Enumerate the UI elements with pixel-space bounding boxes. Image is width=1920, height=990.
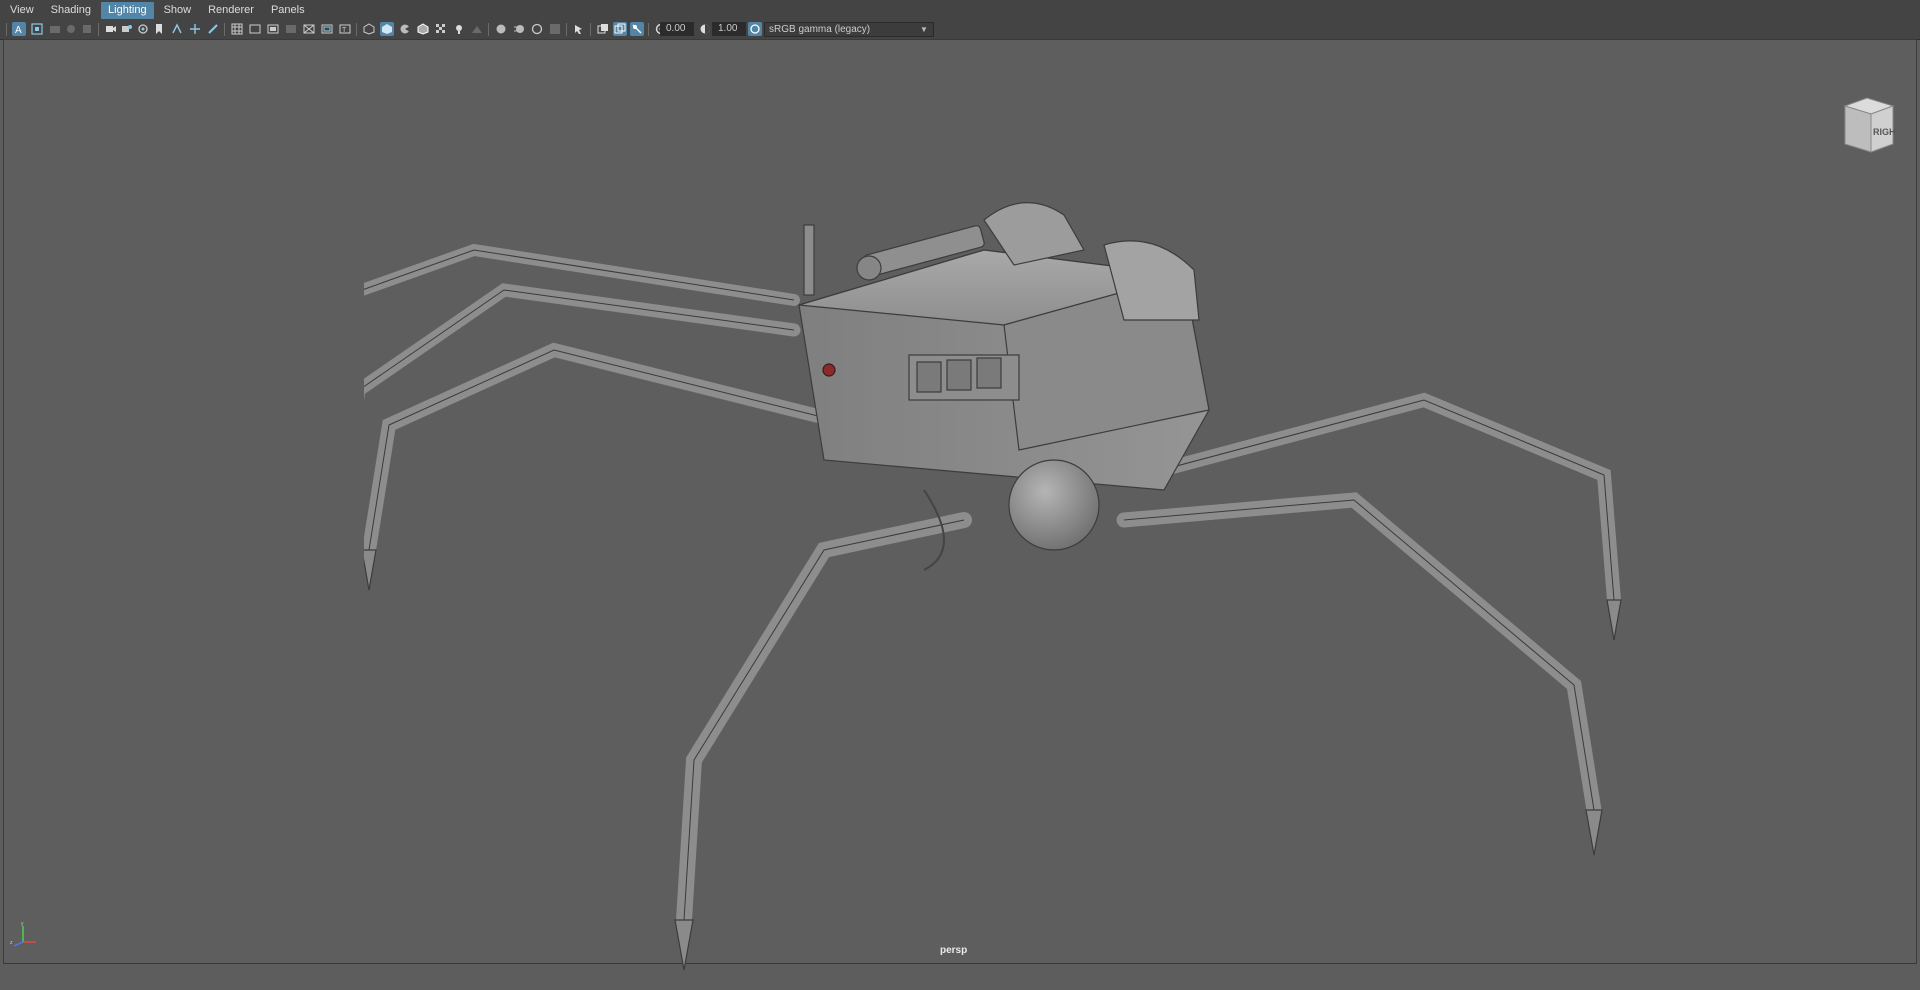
motion-blur-icon[interactable] bbox=[512, 22, 526, 36]
depth-of-field-icon[interactable] bbox=[548, 22, 562, 36]
image-plane-icon[interactable] bbox=[136, 22, 150, 36]
menu-panels[interactable]: Panels bbox=[264, 2, 312, 19]
select-camera-icon[interactable] bbox=[104, 22, 118, 36]
color-management-icon[interactable] bbox=[748, 22, 762, 36]
color-space-value: sRGB gamma (legacy) bbox=[769, 24, 871, 35]
grid-icon[interactable] bbox=[230, 22, 244, 36]
select-all-icon[interactable]: A bbox=[12, 22, 26, 36]
resolution-gate-icon[interactable] bbox=[266, 22, 280, 36]
screen-space-ao-icon[interactable] bbox=[494, 22, 508, 36]
toolbar-separator bbox=[98, 23, 99, 36]
grease-pencil-icon[interactable] bbox=[188, 22, 202, 36]
3d-viewport[interactable]: RIGHT bbox=[3, 39, 1917, 971]
smooth-shade-icon[interactable] bbox=[380, 22, 394, 36]
isolate-select-icon[interactable] bbox=[572, 22, 586, 36]
gamma-field[interactable]: 1.00 bbox=[712, 22, 746, 36]
field-chart-icon[interactable] bbox=[302, 22, 316, 36]
view-cube-icon[interactable]: RIGHT bbox=[1837, 96, 1897, 156]
frame-all-icon[interactable] bbox=[30, 22, 44, 36]
shadows-icon[interactable] bbox=[470, 22, 484, 36]
toolbar-separator bbox=[356, 23, 357, 36]
wireframe-icon[interactable] bbox=[362, 22, 376, 36]
svg-text:A: A bbox=[15, 25, 22, 35]
chevron-down-icon: ▼ bbox=[920, 25, 928, 34]
menu-shading[interactable]: Shading bbox=[44, 2, 98, 19]
exposure-field[interactable]: 0.00 bbox=[660, 22, 694, 36]
camera-attributes-icon[interactable] bbox=[120, 22, 134, 36]
menu-renderer[interactable]: Renderer bbox=[201, 2, 261, 19]
lock-camera-icon[interactable] bbox=[48, 22, 62, 36]
safe-title-icon[interactable]: T bbox=[338, 22, 352, 36]
panel-menu-bar: View Shading Lighting Show Renderer Pane… bbox=[0, 0, 1920, 21]
toolbar-separator bbox=[566, 23, 567, 36]
toolbar-separator bbox=[488, 23, 489, 36]
color-space-dropdown[interactable]: sRGB gamma (legacy) ▼ bbox=[764, 22, 934, 37]
menu-lighting[interactable]: Lighting bbox=[101, 2, 154, 19]
2d-pan-zoom-icon[interactable] bbox=[170, 22, 184, 36]
film-gate-icon[interactable] bbox=[248, 22, 262, 36]
menu-view[interactable]: View bbox=[3, 2, 41, 19]
use-all-lights-icon[interactable] bbox=[452, 22, 466, 36]
svg-text:T: T bbox=[342, 27, 347, 34]
bookmarks-icon[interactable] bbox=[152, 22, 166, 36]
safe-action-icon[interactable] bbox=[320, 22, 334, 36]
backface-culling-icon[interactable] bbox=[630, 22, 644, 36]
xray-icon[interactable] bbox=[434, 22, 448, 36]
camera-name-label: persp bbox=[940, 945, 968, 956]
axis-gizmo-icon: y z bbox=[10, 921, 36, 947]
menu-show[interactable]: Show bbox=[157, 2, 199, 19]
wireframe-on-shaded-icon[interactable] bbox=[416, 22, 430, 36]
spider-robot-model[interactable] bbox=[364, 190, 1664, 990]
xray-joints-icon[interactable] bbox=[596, 22, 610, 36]
toolbar-separator bbox=[648, 23, 649, 36]
gamma-icon[interactable] bbox=[698, 22, 712, 36]
xray-active-icon[interactable] bbox=[613, 22, 627, 36]
toolbar-separator bbox=[224, 23, 225, 36]
toolbar-separator bbox=[590, 23, 591, 36]
toolbar-separator bbox=[6, 23, 7, 36]
maya-viewport-panel: View Shading Lighting Show Renderer Pane… bbox=[0, 0, 1920, 971]
gate-mask-icon[interactable] bbox=[284, 22, 298, 36]
pencil-icon[interactable] bbox=[206, 22, 220, 36]
unlock-camera-icon[interactable] bbox=[64, 22, 78, 36]
frame-selected-icon[interactable] bbox=[80, 22, 94, 36]
panel-toolbar: A T 0.00 1.00 sRGB gamma (legacy) ▼ bbox=[0, 21, 1920, 40]
multisample-aa-icon[interactable] bbox=[530, 22, 544, 36]
svg-text:z: z bbox=[10, 940, 13, 946]
view-cube-label: RIGHT bbox=[1873, 127, 1897, 137]
default-material-icon[interactable] bbox=[398, 22, 412, 36]
